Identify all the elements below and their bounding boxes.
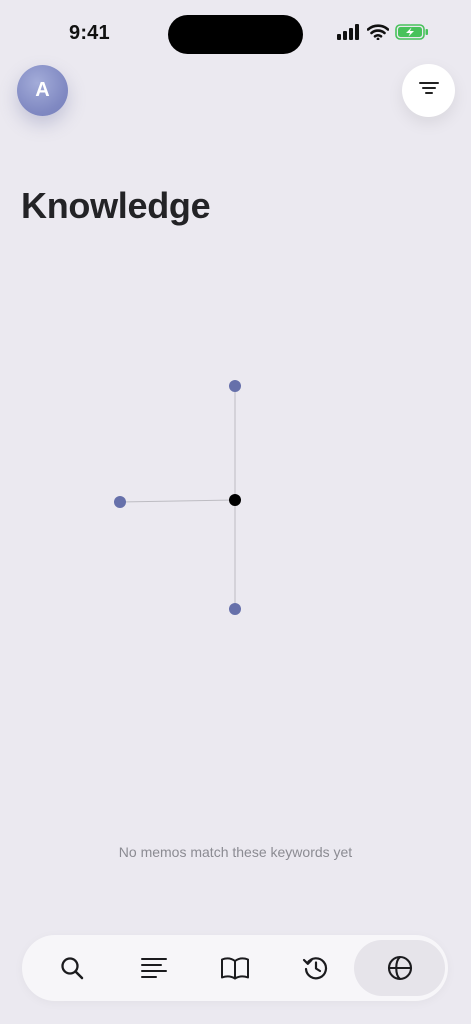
list-icon: [141, 957, 167, 979]
tab-bar: [22, 935, 448, 1001]
tab-globe[interactable]: [354, 940, 445, 996]
tab-book[interactable]: [194, 935, 276, 1001]
graph-edge: [119, 499, 236, 503]
tab-search[interactable]: [31, 935, 113, 1001]
graph-node-bottom[interactable]: [229, 603, 241, 615]
tab-history[interactable]: [275, 935, 357, 1001]
book-icon: [220, 956, 250, 980]
tab-list[interactable]: [113, 935, 195, 1001]
globe-icon: [386, 954, 414, 982]
empty-state-message: No memos match these keywords yet: [118, 844, 353, 860]
history-icon: [302, 954, 330, 982]
knowledge-graph: [114, 380, 241, 615]
graph-node-top[interactable]: [229, 380, 241, 392]
search-icon: [59, 955, 85, 981]
graph-node-center[interactable]: [229, 494, 241, 506]
graph-node-left[interactable]: [114, 496, 126, 508]
